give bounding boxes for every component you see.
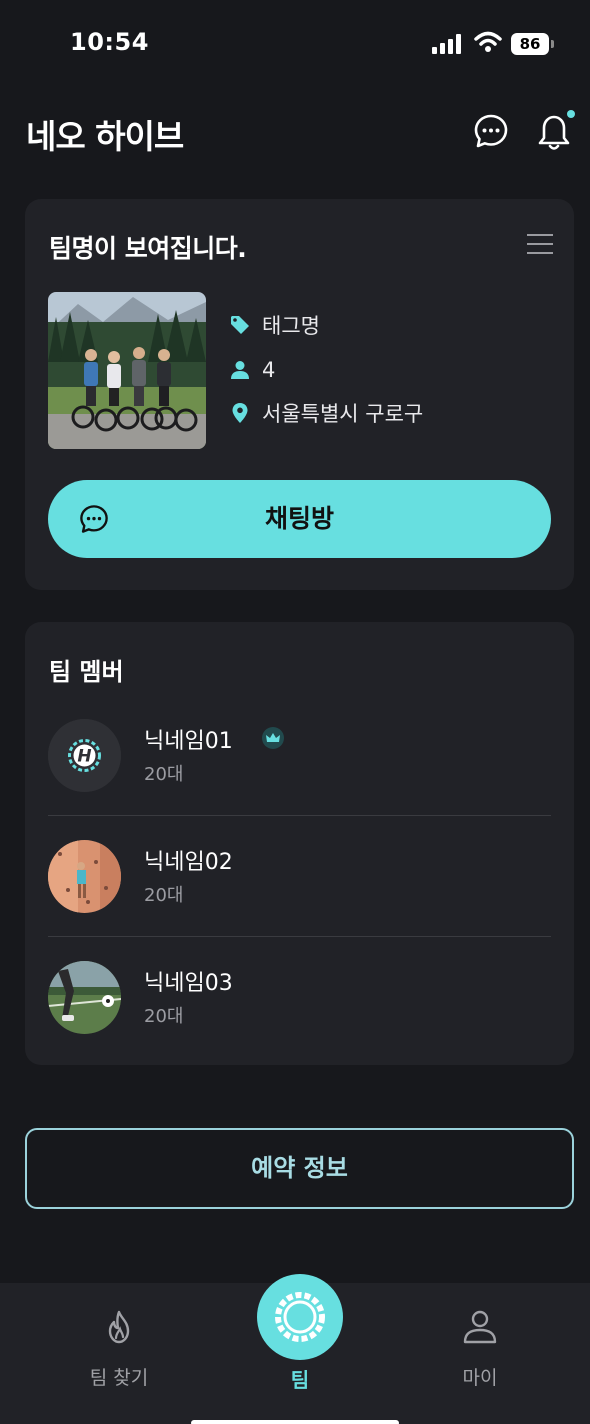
- chat-room-button[interactable]: 채팅방: [48, 480, 551, 558]
- member-age: 20대: [144, 764, 184, 785]
- member-item[interactable]: 닉네임02 20대: [48, 840, 551, 961]
- member-nickname: 닉네임01: [144, 729, 233, 754]
- battery-indicator: 86: [511, 33, 555, 55]
- status-bar: 10:54 86: [0, 0, 590, 90]
- team-tag: 태그명: [262, 314, 320, 338]
- member-age: 20대: [144, 885, 184, 906]
- team-location-row: 서울특별시 구로구: [230, 398, 423, 428]
- battery-level: 86: [511, 33, 549, 55]
- divider: [48, 815, 551, 816]
- team-sun-icon: [275, 1292, 325, 1342]
- bell-icon[interactable]: [536, 110, 572, 152]
- chat-bubble-icon[interactable]: [472, 112, 510, 150]
- battery-tip: [551, 40, 554, 48]
- tab-label: 팀 찾기: [89, 1367, 149, 1389]
- member-nickname: 닉네임03: [144, 971, 233, 996]
- team-name: 팀명이 보여집니다.: [49, 234, 247, 263]
- team-members-count-row: 4: [230, 355, 275, 385]
- leader-crown-icon: [262, 727, 284, 749]
- tab-team[interactable]: [257, 1274, 343, 1360]
- team-photo: [48, 292, 206, 449]
- status-time: 10:54: [70, 28, 149, 56]
- hive-logo-icon: H: [48, 719, 121, 792]
- location-pin-icon: [232, 403, 248, 423]
- tag-icon: [231, 316, 249, 334]
- team-photo-image: [48, 292, 206, 449]
- member-age: 20대: [144, 1006, 184, 1027]
- members-title: 팀 멤버: [49, 658, 124, 686]
- team-members-card: 팀 멤버 H 닉네임01 20대 닉네임02 20대 닉네임03 20대: [25, 622, 574, 1065]
- tab-label: 마이: [462, 1367, 498, 1389]
- member-item[interactable]: 닉네임03 20대: [48, 961, 551, 1082]
- soccer-photo: [48, 961, 121, 1034]
- app-header: 네오 하이브: [0, 100, 590, 164]
- chat-room-button-label: 채팅방: [264, 504, 334, 533]
- avatar: [48, 961, 121, 1034]
- menu-icon[interactable]: [527, 232, 553, 256]
- avatar: [48, 840, 121, 913]
- team-member-count: 4: [262, 358, 276, 382]
- team-tag-row: 태그명: [230, 310, 320, 340]
- reservation-info-button[interactable]: 예약 정보: [25, 1128, 574, 1209]
- member-nickname: 닉네임02: [144, 850, 233, 875]
- flame-icon: [108, 1310, 130, 1344]
- team-location: 서울특별시 구로구: [262, 402, 424, 426]
- team-card: 팀명이 보여집니다. 태그명 4 서울특별시 구로구 채팅방: [25, 199, 574, 590]
- divider: [48, 936, 551, 937]
- svg-text:H: H: [77, 747, 91, 767]
- person-outline-icon: [463, 1310, 497, 1344]
- tab-find-team[interactable]: 팀 찾기: [49, 1283, 189, 1424]
- tab-my[interactable]: 마이: [410, 1283, 550, 1424]
- app-title: 네오 하이브: [26, 117, 184, 156]
- home-indicator: [191, 1420, 399, 1424]
- wifi-icon: [474, 31, 502, 52]
- person-icon: [231, 361, 249, 379]
- cellular-signal-icon: [432, 34, 461, 54]
- notification-badge: [567, 110, 575, 118]
- member-item[interactable]: H 닉네임01 20대: [48, 719, 551, 840]
- tab-team-label: 팀: [290, 1368, 310, 1392]
- climbing-wall-photo: [48, 840, 121, 913]
- avatar: H: [48, 719, 121, 792]
